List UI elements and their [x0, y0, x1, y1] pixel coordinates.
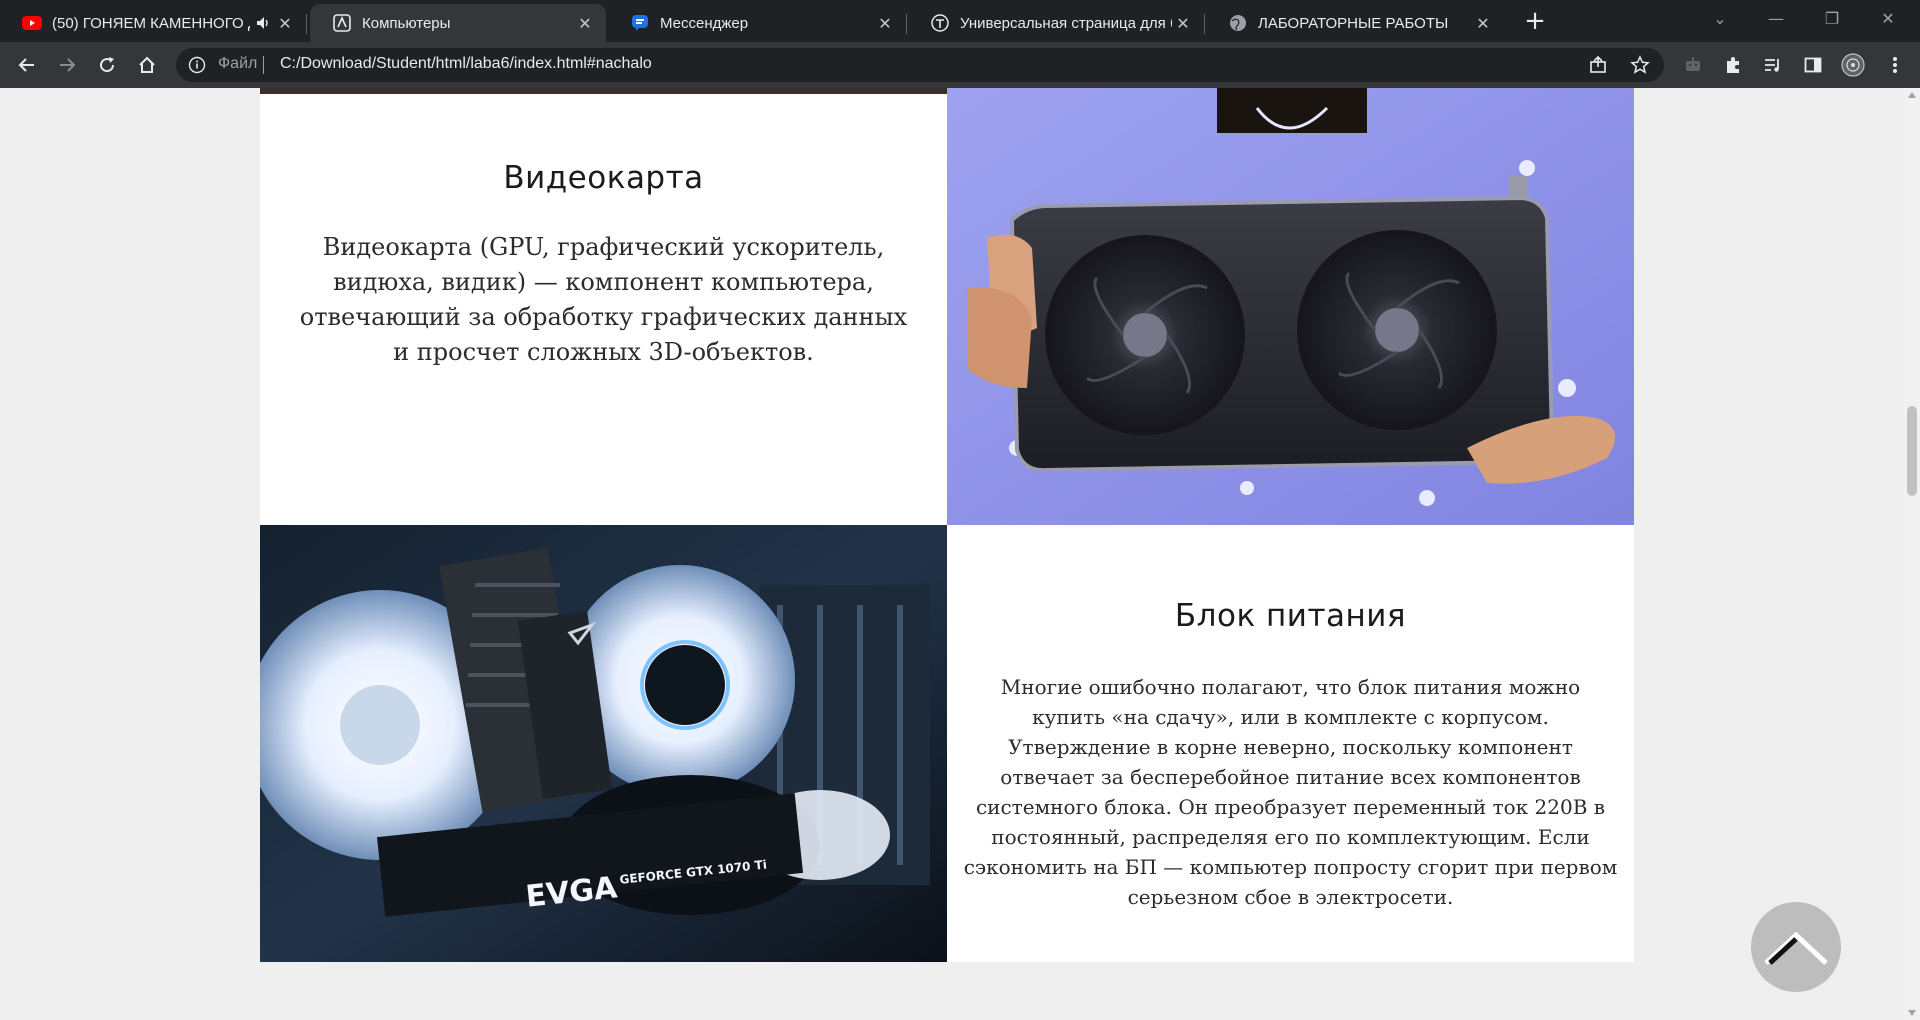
messenger-icon	[630, 13, 650, 33]
tab-strip: (50) ГОНЯЕМ КАМЕННОГО ДЕДА ✕ Компьютеры …	[0, 0, 1920, 42]
tab-messenger[interactable]: Мессенджер ✕	[608, 4, 906, 42]
media-playlist-icon[interactable]	[1758, 50, 1788, 80]
close-tab-icon[interactable]: ✕	[274, 12, 296, 34]
bookmark-star-icon[interactable]	[1630, 55, 1650, 79]
pc-internals-image: EVGA GEFORCE GTX 1070 Ti	[260, 525, 947, 962]
tab-title: Компьютеры	[362, 14, 451, 32]
extensions-puzzle-icon[interactable]	[1718, 50, 1748, 80]
scroll-down-arrow-icon[interactable]	[1908, 1010, 1916, 1016]
gpu-title: Видеокарта	[503, 160, 704, 196]
close-tab-icon[interactable]: ✕	[1172, 12, 1194, 34]
menu-kebab-icon[interactable]	[1880, 50, 1910, 80]
psu-title: Блок питания	[1174, 598, 1407, 634]
tab-title: Универсальная страница для блога	[960, 14, 1172, 32]
tab-blog[interactable]: Универсальная страница для блога ✕	[908, 4, 1204, 42]
toolbar: Файл C:/Download/Student/html/laba6/inde…	[0, 42, 1920, 88]
pc-photo-illustration: EVGA GEFORCE GTX 1070 Ti	[260, 525, 947, 962]
info-icon[interactable]	[188, 56, 206, 74]
close-tab-icon[interactable]: ✕	[1472, 12, 1494, 34]
gpu-image	[947, 88, 1634, 525]
forward-icon[interactable]	[52, 50, 82, 80]
close-window-icon[interactable]: ✕	[1868, 6, 1908, 32]
youtube-icon	[22, 13, 42, 33]
previous-image-edge	[260, 88, 947, 94]
tab-youtube[interactable]: (50) ГОНЯЕМ КАМЕННОГО ДЕДА ✕	[0, 4, 306, 42]
scheme-label: Файл	[218, 55, 258, 72]
speaker-icon[interactable]	[256, 13, 272, 33]
reload-icon[interactable]	[92, 50, 122, 80]
url-text[interactable]: C:/Download/Student/html/laba6/index.htm…	[280, 55, 652, 73]
extension-robot-icon[interactable]	[1678, 50, 1708, 80]
scroll-to-top-button[interactable]	[1751, 902, 1841, 992]
tilda-icon	[930, 13, 950, 33]
tab-title: Мессенджер	[660, 14, 749, 32]
scroll-up-arrow-icon[interactable]	[1908, 92, 1916, 98]
page-viewport: Видеокарта Видеокарта (GPU, графический …	[0, 88, 1904, 1020]
gpu-photo-illustration	[947, 88, 1634, 525]
page-scrollbar[interactable]	[1904, 88, 1920, 1020]
gpu-text-card: Видеокарта Видеокарта (GPU, графический …	[260, 88, 947, 525]
tab-title: (50) ГОНЯЕМ КАМЕННОГО ДЕДА	[52, 14, 250, 32]
close-tab-icon[interactable]: ✕	[874, 12, 896, 34]
new-tab-button[interactable]: +	[1520, 8, 1550, 35]
address-bar[interactable]: Файл C:/Download/Student/html/laba6/inde…	[176, 48, 1664, 82]
globe-icon	[1228, 13, 1248, 33]
tab-divider	[306, 14, 307, 34]
tab-labs[interactable]: ЛАБОРАТОРНЫЕ РАБОТЫ ✕	[1206, 4, 1504, 42]
tab-search-icon[interactable]: ⌄	[1700, 6, 1740, 32]
chevron-up-icon	[1764, 931, 1828, 965]
psu-text-card: Блок питания Многие ошибочно полагают, ч…	[947, 525, 1634, 962]
tab-title: ЛАБОРАТОРНЫЕ РАБОТЫ	[1258, 14, 1449, 32]
gpu-description: Видеокарта (GPU, графический ускоритель,…	[299, 233, 908, 366]
scroll-thumb[interactable]	[1907, 406, 1917, 496]
site-logo-icon	[332, 13, 352, 33]
back-icon[interactable]	[12, 50, 42, 80]
content-grid: Видеокарта Видеокарта (GPU, графический …	[260, 88, 1635, 968]
share-icon[interactable]	[1588, 55, 1608, 79]
home-icon[interactable]	[132, 50, 162, 80]
tab-computers[interactable]: Компьютеры ✕	[310, 4, 606, 42]
close-tab-icon[interactable]: ✕	[574, 12, 596, 34]
side-panel-icon[interactable]	[1798, 50, 1828, 80]
tab-divider	[1204, 14, 1205, 34]
psu-description: Многие ошибочно полагают, что блок питан…	[963, 675, 1618, 909]
restore-icon[interactable]: ❐	[1812, 6, 1852, 32]
address-divider	[263, 56, 264, 74]
tab-divider	[906, 14, 907, 34]
minimize-icon[interactable]: —	[1756, 6, 1796, 32]
profile-avatar-icon[interactable]	[1838, 50, 1868, 80]
